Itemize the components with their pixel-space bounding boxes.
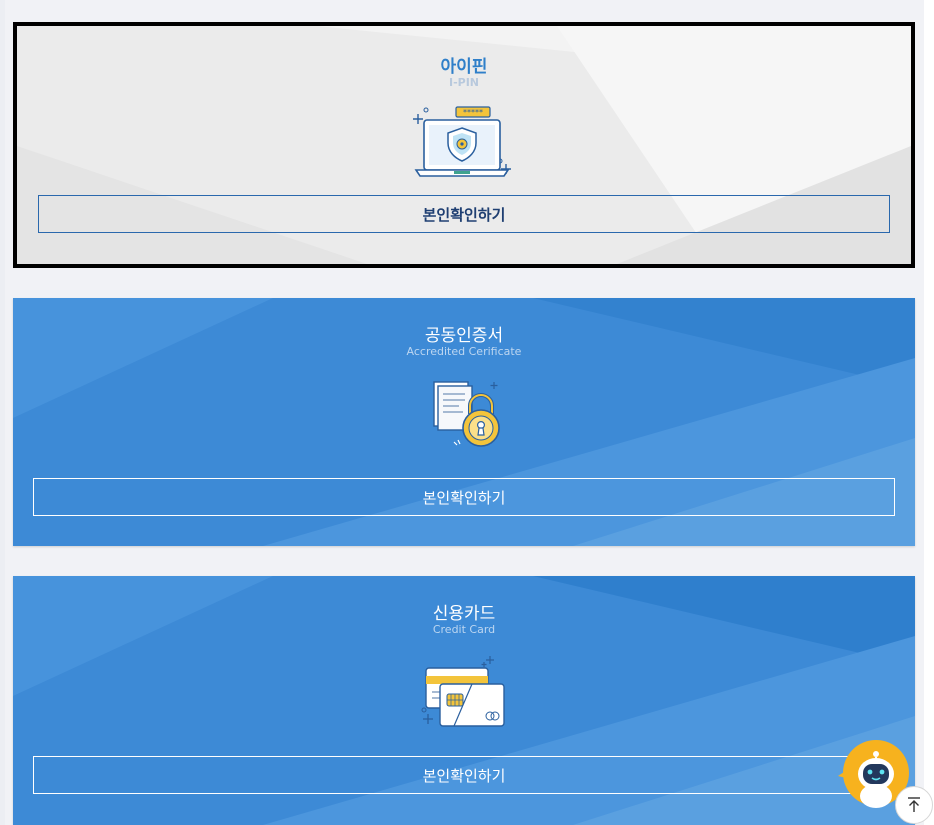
- credit-card-card[interactable]: 신용카드 Credit Card 본인확인하기: [13, 576, 915, 825]
- credit-card-icon: [420, 654, 508, 730]
- identity-verification-page: 아이핀 I-PIN ***** 본인확인하기 공동인증서 Accredited …: [0, 0, 934, 825]
- ipin-card[interactable]: 아이핀 I-PIN ***** 본인확인하기: [13, 22, 915, 268]
- ipin-verify-button[interactable]: 본인확인하기: [38, 195, 890, 233]
- certificate-verify-button[interactable]: 본인확인하기: [33, 478, 895, 516]
- ipin-subtitle: I-PIN: [448, 76, 480, 89]
- right-margin: [924, 0, 934, 825]
- certificate-subtitle: Accredited Cerificate: [406, 345, 522, 358]
- scroll-to-top-icon: [908, 797, 920, 812]
- credit-card-subtitle: Credit Card: [432, 623, 496, 636]
- credit-card-verify-button[interactable]: 본인확인하기: [33, 756, 895, 794]
- document-lock-icon: [430, 378, 506, 454]
- certificate-card[interactable]: 공동인증서 Accredited Cerificate 본인확인하기: [13, 298, 915, 546]
- scroll-to-top-button[interactable]: [895, 786, 933, 824]
- svg-text:*****: *****: [463, 108, 483, 117]
- laptop-shield-icon: *****: [412, 106, 516, 180]
- certificate-title: 공동인증서: [424, 326, 504, 346]
- ipin-title: 아이핀: [440, 57, 488, 77]
- credit-card-title: 신용카드: [432, 604, 496, 624]
- left-margin: [0, 0, 5, 825]
